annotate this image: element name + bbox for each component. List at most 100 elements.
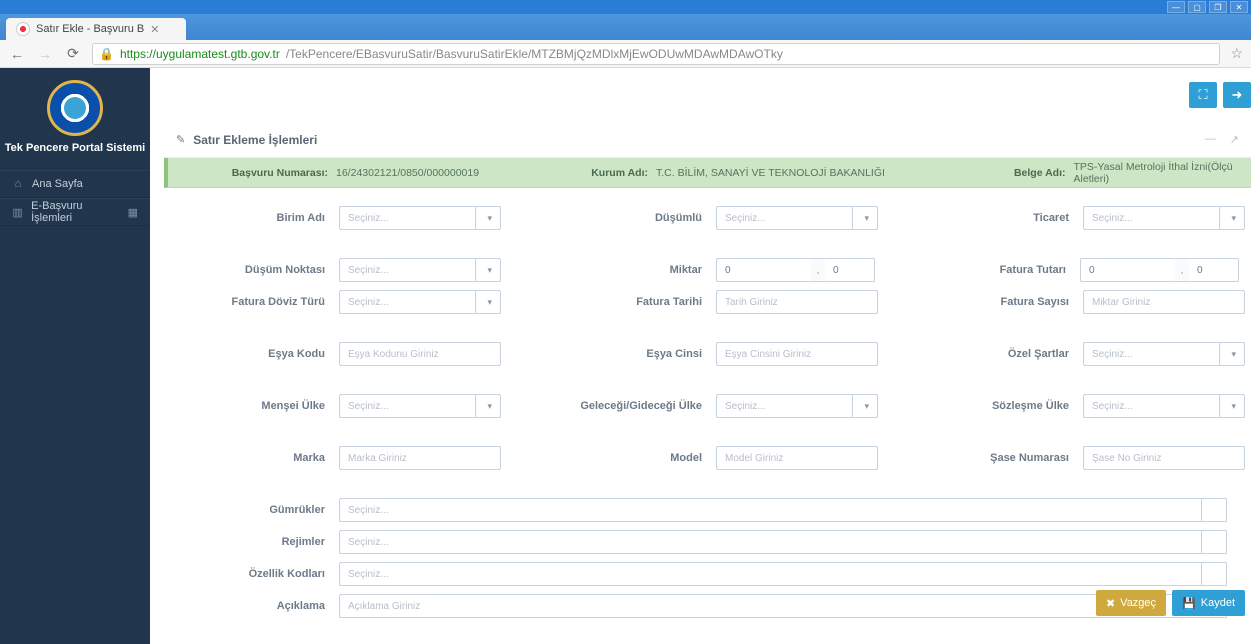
url-input[interactable]: 🔒 https://uygulamatest.gtb.gov.tr/TekPen…: [92, 43, 1220, 65]
input-fatura-tarihi[interactable]: [716, 290, 878, 314]
select-dusumlu[interactable]: Seçiniz...▾: [716, 206, 878, 230]
label-ticaret: Ticaret: [878, 212, 1083, 224]
lock-icon: 🔒: [99, 47, 114, 61]
select-dusum-noktasi[interactable]: Seçiniz...▾: [339, 258, 501, 282]
sidebar-item-home[interactable]: ⌂ Ana Sayfa: [0, 170, 150, 198]
info-belge-value: TPS-Yasal Metroloji İthal İzni(Ölçü Alet…: [1074, 161, 1242, 185]
label-marka: Marka: [164, 452, 339, 464]
decimal-sep: ,: [811, 258, 825, 282]
select-fatura-doviz[interactable]: Seçiniz...▾: [339, 290, 501, 314]
chevron-down-icon: ▾: [487, 401, 492, 412]
url-host: https://uygulamatest.gtb.gov.tr: [120, 47, 280, 61]
input-miktar-dec[interactable]: [825, 258, 875, 282]
select-birim-adi[interactable]: Seçiniz...▾: [339, 206, 501, 230]
label-aciklama: Açıklama: [164, 600, 339, 612]
cancel-button[interactable]: ✖ Vazgeç: [1096, 590, 1166, 616]
label-model: Model: [501, 452, 716, 464]
logo-area: Tek Pencere Portal Sistemi: [0, 68, 150, 160]
save-button[interactable]: 💾 Kaydet: [1172, 590, 1245, 616]
nav-reload-button[interactable]: ⟳: [64, 45, 82, 62]
tab-title: Satır Ekle - Başvuru B: [36, 23, 144, 35]
panel-minimize-icon[interactable]: —: [1205, 133, 1216, 146]
chevron-down-icon: ▾: [1231, 349, 1236, 360]
label-sozlesme-ulke: Sözleşme Ülke: [878, 400, 1083, 412]
label-mensei-ulke: Menşei Ülke: [164, 400, 339, 412]
input-fatura-dec[interactable]: [1189, 258, 1239, 282]
info-basvuru-label: Başvuru Numarası:: [178, 167, 328, 179]
label-fatura-tarihi: Fatura Tarihi: [501, 296, 716, 308]
nav-forward-button[interactable]: →: [36, 46, 54, 62]
label-sase: Şase Numarası: [878, 452, 1083, 464]
select-rejimler[interactable]: Seçiniz...: [339, 530, 1227, 554]
label-esya-cinsi: Eşya Cinsi: [501, 348, 716, 360]
main-area: ⛶ ➜ ✎ Satır Ekleme İşlemleri — ↗ Başvuru…: [150, 68, 1251, 644]
browser-tabbar: Satır Ekle - Başvuru B ✕: [0, 14, 1251, 40]
chevron-down-icon: ▾: [487, 213, 492, 224]
label-ozellik-kodlari: Özellik Kodları: [164, 568, 339, 580]
input-fatura-sayisi[interactable]: [1083, 290, 1245, 314]
panel-expand-icon[interactable]: ↗: [1230, 133, 1239, 146]
home-icon: ⌂: [12, 178, 24, 190]
input-marka[interactable]: [339, 446, 501, 470]
bookmark-star-icon[interactable]: ☆: [1230, 45, 1243, 62]
input-miktar-int[interactable]: [716, 258, 811, 282]
sidebar-item-label: Ana Sayfa: [32, 178, 83, 190]
save-icon: 💾: [1182, 597, 1196, 610]
label-esya-kodu: Eşya Kodu: [164, 348, 339, 360]
favicon-icon: [16, 22, 30, 36]
label-fatura-doviz: Fatura Döviz Türü: [164, 296, 339, 308]
panel-title: Satır Ekleme İşlemleri: [193, 133, 317, 147]
tab-close-icon[interactable]: ✕: [150, 23, 159, 36]
input-aciklama[interactable]: [339, 594, 1227, 618]
chevron-down-icon: ▾: [487, 265, 492, 276]
portal-title: Tek Pencere Portal Sistemi: [0, 142, 150, 154]
browser-addressbar: ← → ⟳ 🔒 https://uygulamatest.gtb.gov.tr/…: [0, 40, 1251, 68]
select-sozlesme-ulke[interactable]: Seçiniz...▾: [1083, 394, 1245, 418]
label-fatura-tutari: Fatura Tutarı: [875, 264, 1080, 276]
select-gelecegi-ulke[interactable]: Seçiniz...▾: [716, 394, 878, 418]
fullscreen-button[interactable]: ⛶: [1189, 82, 1217, 108]
sidebar-item-ebasvuru[interactable]: ▥ E-Başvuru İşlemleri ▦: [0, 198, 150, 226]
chevron-down-icon: ▾: [1231, 213, 1236, 224]
sidebar-item-label: E-Başvuru İşlemleri: [31, 200, 119, 224]
info-basvuru-value: 16/24302121/0850/000000019: [336, 167, 479, 179]
logo-icon: [47, 80, 103, 136]
input-model[interactable]: [716, 446, 878, 470]
label-ozel-sartlar: Özel Şartlar: [878, 348, 1083, 360]
label-miktar: Miktar: [501, 264, 716, 276]
browser-tab[interactable]: Satır Ekle - Başvuru B ✕: [6, 18, 186, 40]
close-icon: ✖: [1106, 597, 1115, 610]
label-gelecegi-ulke: Geleceği/Gideceği Ülke: [501, 400, 716, 412]
save-button-label: Kaydet: [1201, 597, 1235, 609]
chevron-down-icon: ▾: [1231, 401, 1236, 412]
select-gumrukler[interactable]: Seçiniz...: [339, 498, 1227, 522]
label-birim-adi: Birim Adı: [164, 212, 339, 224]
window-maximize-button[interactable]: ▢: [1188, 1, 1206, 13]
window-close-button[interactable]: ✕: [1230, 1, 1248, 13]
label-rejimler: Rejimler: [164, 536, 339, 548]
chart-icon: ▥: [12, 206, 23, 219]
logout-button[interactable]: ➜: [1223, 82, 1251, 108]
panel-header: ✎ Satır Ekleme İşlemleri — ↗: [164, 122, 1251, 158]
select-mensei-ulke[interactable]: Seçiniz...▾: [339, 394, 501, 418]
label-dusumlu: Düşümlü: [501, 212, 716, 224]
window-titlebar: — ▢ ❐ ✕: [0, 0, 1251, 14]
select-ticaret[interactable]: Seçiniz...▾: [1083, 206, 1245, 230]
input-esya-cinsi[interactable]: [716, 342, 878, 366]
info-belge-label: Belge Adı:: [938, 167, 1066, 179]
label-fatura-sayisi: Fatura Sayısı: [878, 296, 1083, 308]
cancel-button-label: Vazgeç: [1120, 597, 1156, 609]
label-gumrukler: Gümrükler: [164, 504, 339, 516]
input-esya-kodu[interactable]: [339, 342, 501, 366]
edit-icon: ✎: [176, 133, 185, 146]
input-fatura-int[interactable]: [1080, 258, 1175, 282]
window-minimize-button[interactable]: —: [1167, 1, 1185, 13]
info-kurum-label: Kurum Adı:: [558, 167, 648, 179]
select-ozel-sartlar[interactable]: Seçiniz...▾: [1083, 342, 1245, 366]
nav-back-button[interactable]: ←: [8, 46, 26, 62]
window-maximize2-button[interactable]: ❐: [1209, 1, 1227, 13]
select-ozellik-kodlari[interactable]: Seçiniz...: [339, 562, 1227, 586]
input-sase[interactable]: [1083, 446, 1245, 470]
chevron-down-icon: ▾: [864, 401, 869, 412]
info-bar: Başvuru Numarası: 16/24302121/0850/00000…: [164, 158, 1251, 188]
